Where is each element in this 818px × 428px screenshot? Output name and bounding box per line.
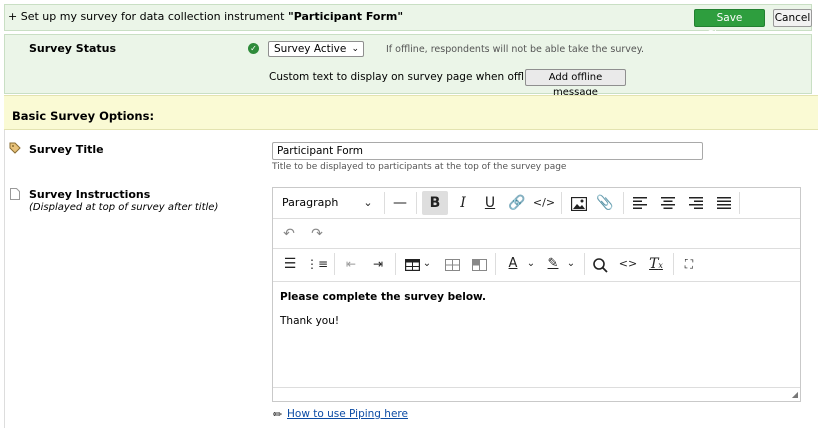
toolbar-separator xyxy=(395,253,396,275)
redo-icon[interactable]: ↷ xyxy=(307,224,327,244)
toolbar-separator xyxy=(384,192,385,214)
search-icon[interactable] xyxy=(593,258,608,273)
toolbar-separator xyxy=(673,253,674,275)
format-select[interactable]: Paragraph xyxy=(282,196,338,209)
code-icon[interactable]: </> xyxy=(532,193,556,213)
paperclip-icon[interactable]: 📎 xyxy=(595,193,615,213)
document-icon xyxy=(10,188,20,200)
save-changes-button[interactable]: Save Changes xyxy=(694,9,765,41)
toolbar-divider xyxy=(273,248,800,249)
align-justify-icon[interactable] xyxy=(717,197,731,209)
link-icon[interactable]: 🔗 xyxy=(506,193,528,213)
toolbar-divider xyxy=(273,218,800,219)
numbered-list-icon[interactable]: ⋮≡ xyxy=(306,254,328,274)
chevron-down-icon[interactable]: ⌄ xyxy=(565,254,577,274)
source-code-icon[interactable]: <> xyxy=(618,254,638,274)
undo-icon[interactable]: ↶ xyxy=(279,224,299,244)
offline-text-label: Custom text to display on survey page wh… xyxy=(269,71,544,83)
survey-status-label: Survey Status xyxy=(29,42,117,55)
chevron-down-icon: ⌄ xyxy=(351,44,359,54)
bold-icon[interactable]: B xyxy=(422,191,448,215)
survey-title-label: Survey Title xyxy=(29,143,104,156)
toolbar-separator xyxy=(561,192,562,214)
align-right-icon[interactable] xyxy=(689,197,703,209)
survey-instructions-label: Survey Instructions xyxy=(29,188,151,201)
instrument-name: "Participant Form" xyxy=(287,10,404,23)
table-merge-icon[interactable] xyxy=(472,259,487,271)
divider xyxy=(4,130,5,428)
toolbar-separator xyxy=(416,192,417,214)
fullscreen-icon[interactable]: ⛶ xyxy=(679,254,699,274)
align-left-icon[interactable] xyxy=(633,197,647,209)
survey-title-input[interactable]: Participant Form xyxy=(272,142,703,160)
italic-icon[interactable]: I xyxy=(453,193,473,213)
chevron-down-icon[interactable]: ⌄ xyxy=(525,254,537,274)
editor-content-bold-line[interactable]: Please complete the survey below. xyxy=(280,291,486,303)
outdent-icon[interactable]: ⇤ xyxy=(341,254,361,274)
clear-format-icon[interactable]: Tx xyxy=(646,254,666,274)
survey-setup-title: + Set up my survey for data collection i… xyxy=(8,10,404,23)
bullet-list-icon[interactable]: ☰ xyxy=(280,254,300,274)
cancel-button[interactable]: Cancel xyxy=(773,9,812,27)
table-icon[interactable] xyxy=(405,259,420,271)
survey-status-panel xyxy=(4,34,812,94)
text-color-icon[interactable]: A xyxy=(503,254,523,274)
survey-instructions-sublabel: (Displayed at top of survey after title) xyxy=(29,202,219,213)
basic-options-title: Basic Survey Options: xyxy=(12,109,155,123)
tag-icon xyxy=(9,142,21,154)
chevron-down-icon: ⌄ xyxy=(363,196,373,209)
check-circle-icon: ✓ xyxy=(248,43,259,54)
toolbar-separator xyxy=(623,192,624,214)
piping-help-link[interactable]: How to use Piping here xyxy=(287,408,408,420)
editor-content-line[interactable]: Thank you! xyxy=(280,315,339,327)
chevron-down-icon[interactable]: ⌄ xyxy=(421,254,433,274)
image-icon[interactable] xyxy=(571,197,587,211)
offline-hint: If offline, respondents will not be able… xyxy=(386,44,645,55)
survey-title-hint: Title to be displayed to participants at… xyxy=(272,162,567,172)
add-offline-message-button[interactable]: Add offline message xyxy=(525,69,626,98)
toolbar-divider xyxy=(273,281,800,282)
align-center-icon[interactable] xyxy=(661,197,675,209)
highlight-icon[interactable]: ✎ xyxy=(543,254,563,274)
underline-icon[interactable]: U xyxy=(480,193,500,213)
rich-text-editor: Paragraph ⌄ — B I U 🔗 </> 📎 ↶ ↷ ☰ ⋮≡ ⇤ ⇥ xyxy=(272,187,801,402)
survey-status-select[interactable]: Survey Active ⌄ xyxy=(268,41,364,57)
indent-icon[interactable]: ⇥ xyxy=(368,254,388,274)
table-cell-icon[interactable] xyxy=(445,259,460,271)
horizontal-line-icon[interactable]: — xyxy=(390,193,410,213)
pencil-icon: ✏ xyxy=(273,408,283,421)
toolbar-separator xyxy=(584,253,585,275)
toolbar-separator xyxy=(334,253,335,275)
plus-icon: + xyxy=(8,10,18,23)
resize-handle-icon[interactable]: ◢ xyxy=(792,390,798,399)
toolbar-separator xyxy=(739,192,740,214)
editor-statusbar-divider xyxy=(273,387,800,388)
toolbar-separator xyxy=(495,253,496,275)
